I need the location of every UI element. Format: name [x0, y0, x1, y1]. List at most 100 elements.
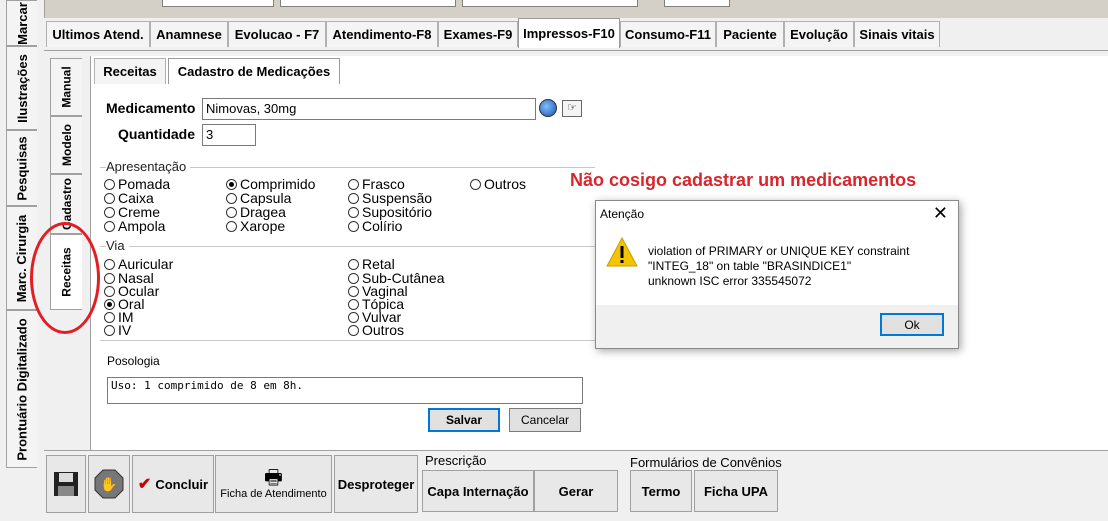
radio-circle: [348, 311, 359, 323]
subtab-receitas[interactable]: Receitas: [94, 58, 166, 84]
radio-label: IV: [118, 322, 132, 338]
stop-hand-button[interactable]: ✋: [88, 455, 130, 513]
radio-label: Outros: [362, 322, 405, 338]
vtab-prontuario-digitalizado[interactable]: Prontuário Digitalizado: [6, 310, 37, 468]
radio-label: Outros: [484, 176, 527, 192]
radio-circle-selected: [104, 298, 115, 310]
error-dialog: Atenção ✕ violation of PRIMARY or UNIQUE…: [595, 200, 959, 349]
radio-outros-apresentacao[interactable]: Outros: [470, 176, 526, 192]
ok-button[interactable]: Ok: [880, 313, 944, 336]
stop-hand-icon: ✋: [94, 469, 124, 499]
gerar-button[interactable]: Gerar: [534, 470, 618, 512]
salvar-button[interactable]: Salvar: [428, 408, 500, 432]
termo-button[interactable]: Termo: [630, 470, 692, 512]
radio-circle-selected: [226, 178, 237, 190]
tab-label: Ultimos Atend.: [52, 27, 144, 42]
vtab-ilustracoes[interactable]: Ilustrações: [6, 46, 37, 130]
posologia-textarea[interactable]: Uso: 1 comprimido de 8 em 8h.: [107, 377, 583, 404]
subtab-cadastro-medicacoes[interactable]: Cadastro de Medicações: [168, 58, 340, 84]
radio-circle: [348, 206, 359, 218]
dialog-footer: Ok: [596, 305, 958, 348]
tab-label: Anamnese: [156, 27, 222, 42]
tab-paciente[interactable]: Paciente: [716, 21, 784, 47]
radio-ampola[interactable]: Ampola: [104, 218, 165, 234]
radio-circle: [104, 311, 115, 323]
tab-label: Impressos-F10: [523, 26, 615, 41]
radio-circle: [226, 220, 237, 232]
concluir-button[interactable]: ✔ Concluir: [132, 455, 214, 513]
inner-tab-label: Modelo: [59, 124, 74, 166]
quantidade-input[interactable]: 3: [202, 124, 256, 146]
save-button[interactable]: [46, 455, 86, 513]
inner-tab-manual[interactable]: Manual: [50, 58, 82, 116]
tab-anamnese[interactable]: Anamnese: [150, 21, 228, 47]
apresentacao-title: Apresentação: [106, 159, 191, 174]
radio-circle: [104, 272, 115, 284]
formularios-label: Formulários de Convênios: [630, 455, 782, 470]
dialog-title: Atenção: [600, 207, 645, 221]
vtab-label: Marcar: [14, 1, 30, 45]
top-tab-bar: Ultimos Atend. Anamnese Evolucao - F7 At…: [44, 18, 1108, 50]
radio-circle: [104, 220, 115, 232]
via-group: [100, 246, 595, 247]
posologia-label: Posologia: [107, 354, 160, 368]
radio-colirio[interactable]: Colírio: [348, 218, 402, 234]
tab-exames-f9[interactable]: Exames-F9: [438, 21, 518, 47]
warning-icon: [606, 237, 638, 267]
top-strip: [44, 0, 1108, 19]
desproteger-button[interactable]: Desproteger: [334, 455, 418, 513]
tab-label: Exames-F9: [443, 27, 513, 42]
radio-iv[interactable]: IV: [104, 322, 131, 338]
top-field-4[interactable]: [664, 0, 730, 7]
medicamento-input[interactable]: Nimovas, 30mg: [202, 98, 536, 120]
tab-evolucao-f7[interactable]: Evolucao - F7: [228, 21, 326, 47]
svg-text:✋: ✋: [100, 476, 117, 492]
capa-internacao-button[interactable]: Capa Internação: [422, 470, 534, 512]
inner-tab-label: Manual: [59, 66, 74, 108]
radio-circle: [348, 258, 359, 270]
tab-sinais-vitais[interactable]: Sinais vitais: [854, 21, 940, 47]
top-field-3[interactable]: [462, 0, 638, 7]
medicamento-label: Medicamento: [106, 100, 196, 116]
separator: [100, 340, 595, 341]
radio-circle: [348, 324, 359, 336]
radio-circle: [348, 298, 359, 310]
vtab-pesquisas[interactable]: Pesquisas: [6, 130, 37, 206]
tab-impressos-f10[interactable]: Impressos-F10: [518, 18, 620, 48]
ficha-upa-button[interactable]: Ficha UPA: [694, 470, 778, 512]
dialog-message-line1: violation of PRIMARY or UNIQUE KEY const…: [648, 244, 910, 258]
top-field-2[interactable]: [280, 0, 456, 7]
quantidade-label: Quantidade: [118, 126, 196, 142]
pointing-hand-icon[interactable]: ☞: [562, 100, 582, 117]
via-title: Via: [106, 238, 129, 253]
inner-tab-modelo[interactable]: Modelo: [50, 116, 82, 174]
top-field-1[interactable]: [162, 0, 274, 7]
subtab-label: Cadastro de Medicações: [177, 64, 331, 79]
cancelar-button[interactable]: Cancelar: [509, 408, 581, 432]
tab-label: Evolucao - F7: [234, 27, 320, 42]
radio-circle: [348, 192, 359, 204]
radio-circle: [226, 192, 237, 204]
tab-label: Evolução: [790, 27, 848, 42]
radio-outros-via[interactable]: Outros: [348, 322, 404, 338]
tab-consumo-f11[interactable]: Consumo-F11: [620, 21, 716, 47]
radio-circle: [104, 258, 115, 270]
vtab-label: Marc. Cirurgia: [14, 214, 30, 302]
close-icon[interactable]: ✕: [933, 203, 948, 224]
radio-label: Colírio: [362, 218, 403, 234]
radio-circle: [226, 206, 237, 218]
tab-ultimos-atend[interactable]: Ultimos Atend.: [46, 21, 150, 47]
radio-xarope[interactable]: Xarope: [226, 218, 285, 234]
ficha-atendimento-label: Ficha de Atendimento: [220, 488, 327, 500]
vtab-label: Pesquisas: [14, 135, 30, 201]
vtab-marcar[interactable]: Marcar: [6, 0, 37, 46]
printer-icon: 🖶: [264, 467, 283, 489]
prescricao-label: Prescrição: [425, 453, 487, 468]
ficha-atendimento-button[interactable]: 🖶 Ficha de Atendimento: [215, 455, 332, 513]
tab-atendimento-f8[interactable]: Atendimento-F8: [326, 21, 438, 47]
tab-evolucao[interactable]: Evolução: [784, 21, 854, 47]
tab-label: Sinais vitais: [859, 27, 935, 42]
globe-icon[interactable]: [539, 99, 557, 117]
radio-circle: [104, 324, 115, 336]
tab-label: Atendimento-F8: [332, 27, 432, 42]
